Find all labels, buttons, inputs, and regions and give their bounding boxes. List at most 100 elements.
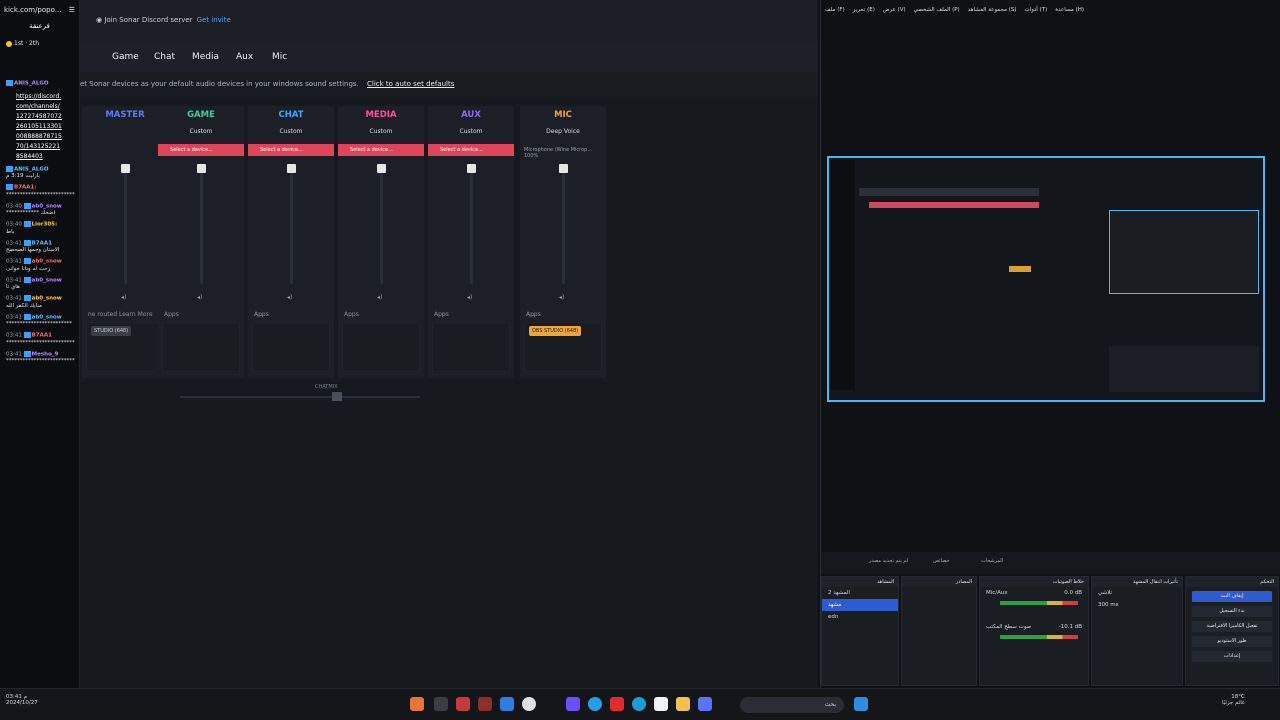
- channel-mode[interactable]: Custom: [428, 128, 514, 135]
- tab-media[interactable]: Media: [192, 52, 219, 62]
- menu-item[interactable]: مساعدة (H): [1055, 7, 1084, 13]
- device-select[interactable]: Select a device...: [428, 144, 514, 156]
- speaker-icon[interactable]: ◂): [467, 294, 472, 301]
- studio-mode-button[interactable]: طور الاستوديو: [1192, 636, 1272, 647]
- menu-item[interactable]: مجموعة المشاهد (S): [968, 7, 1017, 13]
- volume-knob[interactable]: [197, 164, 206, 173]
- chat-username[interactable]: B7AA1: [32, 240, 52, 246]
- apps-dropzone[interactable]: OBS STUDIO (648): [524, 322, 602, 372]
- volume-track[interactable]: [290, 164, 293, 284]
- chat-username[interactable]: Mesho_9: [32, 351, 59, 357]
- chat-username[interactable]: ab0_snow: [32, 314, 62, 320]
- tab-aux[interactable]: Aux: [236, 52, 253, 62]
- chat-username[interactable]: ab0_snow: [32, 296, 62, 302]
- volume-knob[interactable]: [377, 164, 386, 173]
- obs-icon[interactable]: [434, 697, 448, 711]
- menu-item[interactable]: الملف الشخصي (P): [914, 7, 960, 13]
- chat-username[interactable]: B7AA1: [32, 333, 52, 339]
- chatmix-track[interactable]: [180, 396, 420, 398]
- volume-knob[interactable]: [559, 164, 568, 173]
- menu-item[interactable]: تحرير (E): [853, 7, 875, 13]
- scene-item[interactable]: edn: [822, 611, 898, 623]
- chat-url-bar[interactable]: kick.com/popo... ☰: [0, 0, 79, 20]
- chatmix-thumb[interactable]: [332, 392, 342, 401]
- volume-knob[interactable]: [287, 164, 296, 173]
- windows-start-icon[interactable]: [854, 697, 868, 711]
- app-chip[interactable]: STUDIO (648): [91, 326, 132, 336]
- device-select[interactable]: Microphone (Wine Microp... 100%: [520, 144, 606, 159]
- volume-track[interactable]: [562, 164, 565, 284]
- sonar-icon[interactable]: [478, 697, 492, 711]
- folder-icon[interactable]: [676, 697, 690, 711]
- chat-username[interactable]: ANIS_ALGO: [14, 81, 49, 87]
- taskbar-search[interactable]: بحث: [740, 697, 844, 713]
- app-icon[interactable]: [698, 697, 712, 711]
- channel-mode[interactable]: Deep Voice: [520, 128, 606, 135]
- channel-mode[interactable]: Custom: [158, 128, 244, 135]
- chat-text[interactable]: https://discord.com/channels/12727458707…: [6, 92, 73, 162]
- channel-mode[interactable]: Custom: [248, 128, 334, 135]
- volume-track[interactable]: [380, 164, 383, 284]
- tab-chat[interactable]: Chat: [154, 52, 175, 62]
- telegram-icon[interactable]: [588, 697, 602, 711]
- volume-knob[interactable]: [121, 164, 130, 173]
- chat-username[interactable]: ab0_snow: [32, 277, 62, 283]
- virtual-camera-button[interactable]: تفعيل الكاميرا الافتراضية: [1192, 621, 1272, 632]
- app-icon[interactable]: [566, 697, 580, 711]
- filters-button[interactable]: المرشحات: [981, 558, 1003, 564]
- device-select[interactable]: Select a device...: [338, 144, 424, 156]
- app-icon[interactable]: [410, 697, 424, 711]
- tab-game[interactable]: Game: [112, 52, 139, 62]
- volume-track[interactable]: [470, 164, 473, 284]
- chatmix-slider[interactable]: CHATMIX: [170, 384, 420, 406]
- weather-widget[interactable]: 18°C غائم جزئيًا: [1222, 694, 1245, 706]
- chat-username[interactable]: ab0_snow: [32, 203, 62, 209]
- auto-set-defaults-link[interactable]: Click to auto set defaults: [367, 80, 454, 88]
- apps-dropzone[interactable]: [342, 322, 420, 372]
- speaker-icon[interactable]: ◂): [287, 294, 292, 301]
- chrome-icon[interactable]: [522, 697, 536, 711]
- store-icon[interactable]: [654, 697, 668, 711]
- speaker-icon[interactable]: ◂): [377, 294, 382, 301]
- device-select[interactable]: Select a device...: [248, 144, 334, 156]
- volume-track[interactable]: [200, 164, 203, 284]
- stop-streaming-button[interactable]: إيقاف البث: [1192, 591, 1272, 602]
- channel-mode[interactable]: Custom: [338, 128, 424, 135]
- start-recording-button[interactable]: بدء التسجيل: [1192, 606, 1272, 617]
- device-select[interactable]: [82, 144, 168, 156]
- speaker-icon[interactable]: ◂): [559, 294, 564, 301]
- discord-invite-link[interactable]: Get invite: [197, 16, 231, 24]
- apps-dropzone[interactable]: STUDIO (648): [86, 322, 164, 372]
- scene-item[interactable]: مشهد: [822, 599, 898, 611]
- speaker-icon[interactable]: ◂): [197, 294, 202, 301]
- scene-item[interactable]: المشهد 2: [822, 587, 898, 599]
- obs-preview[interactable]: [827, 156, 1265, 402]
- tab-mic[interactable]: Mic: [272, 52, 287, 62]
- chat-username[interactable]: ANIS_ALGO: [14, 166, 49, 172]
- apps-dropzone[interactable]: [252, 322, 330, 372]
- chat-username[interactable]: B7AA1:: [14, 185, 37, 191]
- chat-username[interactable]: ab0_snow: [32, 259, 62, 265]
- chat-username[interactable]: Lior305:: [32, 222, 58, 228]
- menu-item[interactable]: أدوات (T): [1024, 7, 1047, 13]
- menu-item[interactable]: ملف (F): [825, 7, 845, 13]
- settings-icon[interactable]: ☰: [69, 6, 75, 14]
- app-icon[interactable]: [456, 697, 470, 711]
- transition-duration[interactable]: 300 ms: [1092, 599, 1182, 611]
- volume-knob[interactable]: [467, 164, 476, 173]
- app-chip[interactable]: OBS STUDIO (648): [529, 326, 582, 336]
- volume-track[interactable]: [124, 164, 127, 284]
- settings-button[interactable]: إعدادات: [1192, 651, 1272, 662]
- apps-dropzone[interactable]: [162, 322, 240, 372]
- properties-button[interactable]: خصائص: [933, 558, 949, 564]
- edge-icon[interactable]: [632, 697, 646, 711]
- speaker-icon[interactable]: ◂): [121, 294, 126, 301]
- menu-item[interactable]: عرض (V): [883, 7, 906, 13]
- system-tray[interactable]: 03:41 م 2024/10/27: [6, 694, 38, 706]
- youtube-icon[interactable]: [610, 697, 624, 711]
- transition-select[interactable]: تلاشي: [1092, 587, 1182, 599]
- app-icon[interactable]: [500, 697, 514, 711]
- device-select[interactable]: Select a device...: [158, 144, 244, 156]
- no-source-label: لم يتم تحديد مصدر: [869, 558, 909, 564]
- apps-dropzone[interactable]: [432, 322, 510, 372]
